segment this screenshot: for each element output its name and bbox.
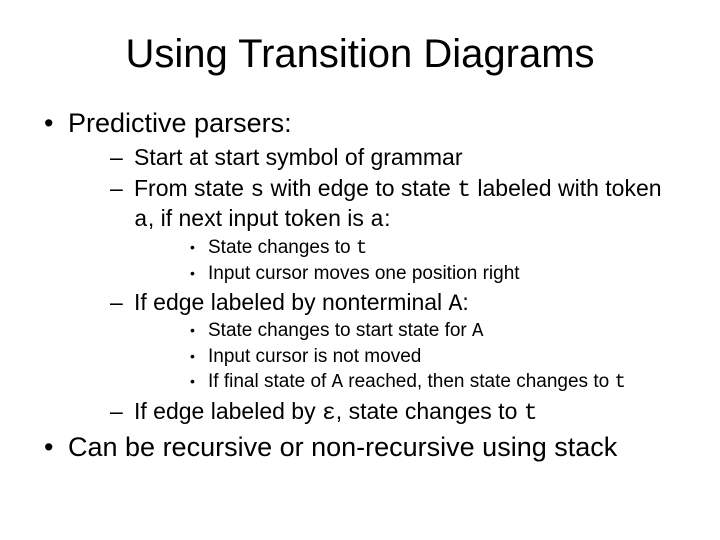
code-epsilon: ε <box>322 400 336 426</box>
text: , state changes to <box>336 398 524 424</box>
text: From state <box>134 175 250 201</box>
bullet-predictive-parsers: Predictive parsers: Start at start symbo… <box>40 107 680 427</box>
text: labeled with token <box>471 175 662 201</box>
text: with edge to state <box>264 175 457 201</box>
subsublist: State changes to start state for A Input… <box>182 319 680 394</box>
code-A: A <box>472 320 483 342</box>
bullet-recursive: Can be recursive or non-recursive using … <box>40 431 680 465</box>
code-s: s <box>250 177 264 203</box>
bullet-state-start-A: State changes to start state for A <box>182 319 680 344</box>
bullet-edge-nonterminal: If edge labeled by nonterminal A: State … <box>104 288 680 395</box>
subsublist: State changes to t Input cursor moves on… <box>182 236 680 286</box>
bullet-text: Predictive parsers: <box>68 108 292 138</box>
text: State changes to start state for <box>208 320 472 341</box>
text: If final state of <box>208 371 332 392</box>
text: If edge labeled by <box>134 398 322 424</box>
code-t: t <box>524 400 538 426</box>
code-t: t <box>614 371 625 393</box>
slide-title: Using Transition Diagrams <box>40 32 680 77</box>
bullet-text: Start at start symbol of grammar <box>134 144 462 170</box>
bullet-text: Can be recursive or non-recursive using … <box>68 432 617 462</box>
slide: Using Transition Diagrams Predictive par… <box>0 0 720 540</box>
bullet-edge-epsilon: If edge labeled by ε, state changes to t <box>104 397 680 428</box>
code-a: a <box>370 207 384 233</box>
text: , if next input token is <box>148 205 370 231</box>
text: State changes to <box>208 237 356 258</box>
code-t: t <box>457 177 471 203</box>
bullet-final-state-A: If final state of A reached, then state … <box>182 370 680 395</box>
text: : <box>462 289 468 315</box>
bullet-state-changes-t: State changes to t <box>182 236 680 261</box>
code-A: A <box>449 291 463 317</box>
bullet-from-state: From state s with edge to state t labele… <box>104 174 680 286</box>
text: Input cursor is not moved <box>208 346 421 367</box>
text: : <box>384 205 390 231</box>
sublist: Start at start symbol of grammar From st… <box>104 143 680 428</box>
text: Input cursor moves one position right <box>208 263 520 284</box>
bullet-cursor-not-moved: Input cursor is not moved <box>182 345 680 369</box>
bullet-list: Predictive parsers: Start at start symbo… <box>40 107 680 465</box>
code-A: A <box>332 371 343 393</box>
text: reached, then state changes to <box>343 371 614 392</box>
bullet-start-symbol: Start at start symbol of grammar <box>104 143 680 172</box>
bullet-cursor-moves-right: Input cursor moves one position right <box>182 262 680 286</box>
code-t: t <box>356 237 367 259</box>
text: If edge labeled by nonterminal <box>134 289 449 315</box>
code-a: a <box>134 207 148 233</box>
